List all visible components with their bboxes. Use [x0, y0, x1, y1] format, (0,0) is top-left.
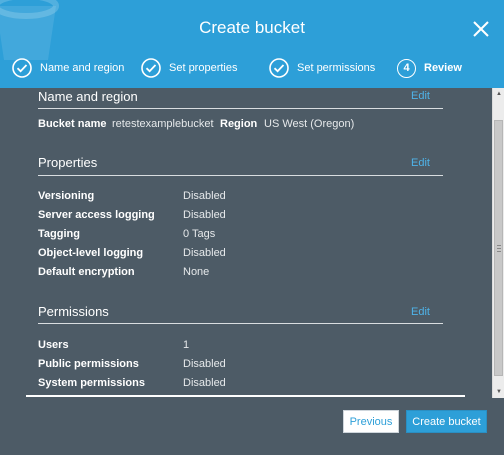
step-label: Review: [424, 62, 462, 74]
grip-line: [497, 248, 501, 249]
modal-header: Create bucket Name and region Set proper…: [0, 0, 504, 88]
section-divider: [38, 108, 443, 109]
modal-footer: Previous Create bucket: [0, 398, 504, 455]
permission-label: System permissions: [38, 377, 145, 389]
modal-title: Create bucket: [199, 18, 305, 37]
permission-label: Users: [38, 339, 69, 351]
step-set-permissions[interactable]: Set permissions: [269, 57, 375, 79]
step-label: Name and region: [40, 62, 125, 74]
permission-label: Public permissions: [38, 358, 139, 370]
section-title-properties: Properties: [38, 155, 98, 170]
bucket-name-label: Bucket name: [38, 118, 107, 130]
scroll-up-icon[interactable]: ▲: [494, 88, 504, 100]
edit-permissions-link[interactable]: Edit: [411, 306, 430, 318]
permission-value: 1: [183, 339, 190, 351]
section-title-name-and-region: Name and region: [38, 89, 138, 104]
create-bucket-modal: Create bucket Name and region Set proper…: [0, 0, 504, 455]
section-title-permissions: Permissions: [38, 304, 109, 319]
property-label: Server access logging: [38, 209, 155, 221]
step-set-properties[interactable]: Set properties: [141, 57, 237, 79]
property-value: None: [183, 266, 210, 278]
step-number: 4: [397, 58, 416, 78]
property-value: 0 Tags: [183, 228, 216, 240]
scrollbar-thumb[interactable]: [494, 120, 503, 376]
content-bottom-divider: [26, 395, 465, 397]
grip-line: [497, 251, 501, 252]
section-divider: [38, 175, 443, 176]
property-value: Disabled: [183, 209, 226, 221]
permission-value: Disabled: [183, 377, 226, 389]
step-review[interactable]: 4 Review: [397, 57, 462, 79]
check-circle-icon: [269, 58, 289, 78]
property-label: Default encryption: [38, 266, 135, 278]
property-label: Versioning: [38, 190, 95, 202]
close-icon[interactable]: [470, 18, 492, 40]
check-circle-icon: [12, 58, 32, 78]
bucket-name-value: retestexamplebucket: [112, 118, 214, 130]
step-label: Set permissions: [297, 62, 376, 74]
step-label: Set properties: [169, 62, 238, 74]
previous-button[interactable]: Previous: [343, 410, 399, 433]
create-bucket-button[interactable]: Create bucket: [406, 410, 487, 433]
property-value: Disabled: [183, 247, 226, 259]
region-value: US West (Oregon): [264, 118, 355, 130]
wizard-steps: Name and region Set properties Set permi…: [0, 57, 504, 79]
permission-value: Disabled: [183, 358, 226, 370]
property-label: Object-level logging: [38, 247, 144, 259]
grip-line: [497, 245, 501, 246]
edit-name-region-link[interactable]: Edit: [411, 90, 430, 102]
edit-properties-link[interactable]: Edit: [411, 157, 430, 169]
region-label: Region: [220, 118, 258, 130]
check-circle-icon: [141, 58, 161, 78]
scroll-down-icon[interactable]: ▼: [494, 386, 504, 398]
property-value: Disabled: [183, 190, 226, 202]
step-name-and-region[interactable]: Name and region: [12, 57, 124, 79]
review-content[interactable]: Name and region Edit Bucket name reteste…: [0, 88, 492, 398]
section-divider: [38, 323, 443, 324]
property-label: Tagging: [38, 228, 80, 240]
vertical-scrollbar[interactable]: ▲ ▼: [492, 88, 504, 398]
